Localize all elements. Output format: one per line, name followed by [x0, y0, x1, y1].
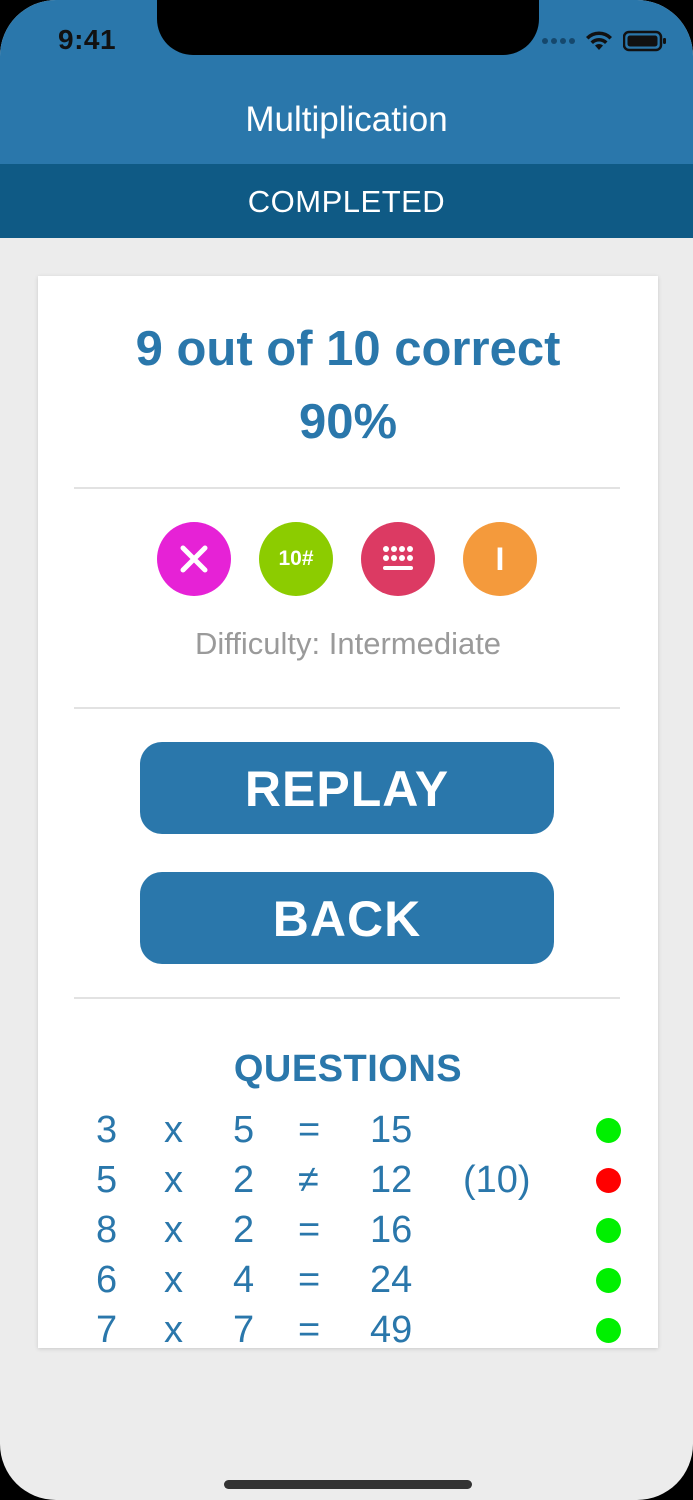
status-banner: COMPLETED: [0, 164, 693, 238]
status-time: 9:41: [58, 24, 117, 55]
wifi-icon: [586, 31, 612, 50]
status-dot: [596, 1218, 621, 1243]
operand-a: 3: [96, 1109, 118, 1151]
operand-b: 7: [233, 1309, 255, 1348]
question-row: 3 x 5 = 15: [38, 1105, 658, 1155]
question-row: 5 x 2 ≠ 12 (10): [38, 1155, 658, 1205]
operand-b: 5: [233, 1109, 255, 1151]
operator: x: [164, 1159, 183, 1201]
percent-text: 90%: [298, 395, 398, 449]
results-card: 9 out of 10 correct 90% 10# I Difficulty…: [38, 276, 658, 1348]
page-title: Multiplication: [245, 100, 448, 139]
answer: 16: [370, 1209, 413, 1251]
device-notch: [157, 0, 539, 55]
divider: [74, 997, 620, 999]
not-equals-sign: ≠: [298, 1159, 319, 1201]
answer: 24: [370, 1259, 413, 1301]
questions-heading: QUESTIONS: [233, 1048, 463, 1090]
operand-a: 8: [96, 1209, 118, 1251]
replay-button[interactable]: REPLAY: [140, 742, 554, 834]
number-range-icon: 10#: [259, 522, 333, 596]
equals-sign: =: [298, 1109, 321, 1151]
operator: x: [164, 1259, 183, 1301]
status-dot: [596, 1118, 621, 1143]
operator: x: [164, 1209, 183, 1251]
operator: x: [164, 1309, 183, 1348]
cellular-signal-icon: [542, 38, 575, 44]
status-dot: [596, 1318, 621, 1343]
settings-icons: 10# I: [157, 522, 537, 596]
operand-a: 5: [96, 1159, 118, 1201]
operand-a: 6: [96, 1259, 118, 1301]
divider: [74, 487, 620, 489]
question-row: 6 x 4 = 24: [38, 1255, 658, 1305]
score-text: 9 out of 10 correct: [135, 322, 561, 376]
multiply-icon: [157, 522, 231, 596]
operand-b: 4: [233, 1259, 255, 1301]
completed-label: COMPLETED: [247, 184, 446, 219]
divider: [74, 707, 620, 709]
operator: x: [164, 1109, 183, 1151]
status-dot: [596, 1168, 621, 1193]
back-button[interactable]: BACK: [140, 872, 554, 964]
question-row: 7 x 7 = 49: [38, 1305, 658, 1348]
battery-icon: [623, 30, 666, 52]
operand-b: 2: [233, 1209, 255, 1251]
status-icons: [542, 30, 667, 52]
answer: 49: [370, 1309, 413, 1348]
correct-answer: (10): [463, 1159, 531, 1201]
equals-sign: =: [298, 1259, 321, 1301]
app-header: 9:41 Multiplication: [0, 0, 693, 164]
level-icon: I: [463, 522, 537, 596]
status-dot: [596, 1268, 621, 1293]
difficulty-label: Difficulty: Intermediate: [194, 626, 502, 661]
keypad-icon: [361, 522, 435, 596]
operand-b: 2: [233, 1159, 255, 1201]
equals-sign: =: [298, 1309, 321, 1348]
equals-sign: =: [298, 1209, 321, 1251]
phone-screen: 9:41 Multiplication COMPLETED 9 out of 1…: [0, 0, 693, 1500]
operand-a: 7: [96, 1309, 118, 1348]
answer: 12: [370, 1159, 413, 1201]
question-row: 8 x 2 = 16: [38, 1205, 658, 1255]
home-indicator[interactable]: [224, 1480, 472, 1489]
answer: 15: [370, 1109, 413, 1151]
